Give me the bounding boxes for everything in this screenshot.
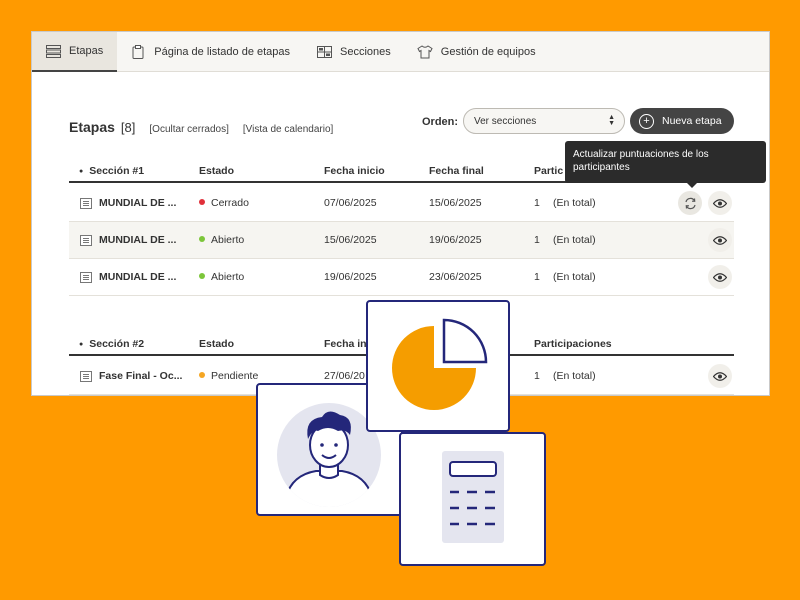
start-date: 15/06/2025	[324, 234, 377, 246]
status-text: Abierto	[211, 271, 245, 283]
col-participaciones: Participaciones	[534, 338, 612, 350]
pie-chart-card	[366, 300, 510, 432]
new-stage-label: Nueva etapa	[662, 115, 722, 127]
tab-listado[interactable]: Página de listado de etapas	[117, 32, 303, 72]
tab-secciones[interactable]: Secciones	[303, 32, 404, 72]
status: Abierto	[199, 271, 244, 283]
table-row[interactable]: MUNDIAL DE ... Abierto 19/06/2025 23/06/…	[69, 259, 734, 296]
status: Cerrado	[199, 197, 249, 209]
participation-note: (En total)	[553, 271, 596, 283]
status-dot	[199, 273, 205, 279]
status-dot	[199, 236, 205, 242]
end-date: 15/06/2025	[429, 197, 482, 209]
hide-closed-link[interactable]: [Ocultar cerrados]	[149, 124, 228, 135]
start-date: 07/06/2025	[324, 197, 377, 209]
plus-icon: +	[639, 113, 654, 129]
table-row[interactable]: MUNDIAL DE ... Cerrado 07/06/2025 15/06/…	[69, 185, 734, 222]
start-date: 27/06/20	[324, 370, 365, 382]
col-fecha-final: Fecha final	[429, 165, 484, 177]
col-fecha-inicio: Fecha ini	[324, 338, 370, 350]
refresh-tooltip: Actualizar puntuaciones de los participa…	[565, 141, 766, 188]
eye-icon	[713, 198, 727, 208]
status-dot	[199, 372, 205, 378]
order-label: Orden:	[422, 116, 459, 128]
status: Abierto	[199, 234, 244, 246]
participation-count: 1	[534, 234, 540, 246]
end-date: 23/06/2025	[429, 271, 482, 283]
refresh-icon	[684, 197, 696, 209]
status-text: Cerrado	[211, 197, 249, 209]
document-icon	[80, 271, 92, 283]
stage-name: MUNDIAL DE ...	[80, 234, 176, 246]
select-arrows-icon: ▲ ▼	[608, 114, 615, 127]
col-fecha-inicio: Fecha inicio	[324, 165, 385, 177]
view-button[interactable]	[708, 265, 732, 289]
clipboard-icon	[130, 45, 146, 59]
table-row[interactable]: MUNDIAL DE ... Abierto 15/06/2025 19/06/…	[69, 222, 734, 259]
status: Pendiente	[199, 370, 258, 382]
tab-equipos[interactable]: Gestión de equipos	[404, 32, 549, 72]
tab-etapas[interactable]: Etapas	[32, 32, 118, 72]
stage-name: MUNDIAL DE ...	[80, 197, 176, 209]
page-header: Etapas [8] [Ocultar cerrados] [Vista de …	[69, 119, 333, 135]
grid-icon	[316, 45, 332, 59]
document-icon	[80, 197, 92, 209]
stage-name: Fase Final - Oc...	[80, 370, 182, 382]
new-stage-button[interactable]: + Nueva etapa	[630, 108, 734, 134]
refresh-scores-button[interactable]	[678, 191, 702, 215]
order-select[interactable]: Ver secciones ▲ ▼	[463, 108, 625, 134]
section-heading: Sección #2	[79, 338, 144, 350]
eye-icon	[713, 272, 727, 282]
document-icon	[80, 370, 92, 382]
eye-icon	[713, 235, 727, 245]
document-icon	[80, 234, 92, 246]
tab-bar: Etapas Página de listado de etapas Secci…	[32, 32, 769, 72]
tab-label: Página de listado de etapas	[154, 46, 291, 58]
stage-name-text: MUNDIAL DE ...	[99, 234, 177, 246]
status-text: Pendiente	[211, 370, 259, 382]
tab-label: Etapas	[69, 45, 104, 57]
participation-note: (En total)	[553, 197, 596, 209]
order-select-value: Ver secciones	[474, 115, 537, 127]
page-title: Etapas	[69, 119, 115, 135]
stage-count: [8]	[120, 120, 136, 135]
section-heading: Sección #1	[79, 165, 144, 177]
stage-name: MUNDIAL DE ...	[80, 271, 176, 283]
calculator-card	[399, 432, 546, 566]
participation-count: 1	[534, 271, 540, 283]
view-button[interactable]	[708, 191, 732, 215]
view-button[interactable]	[708, 364, 732, 388]
end-date: 19/06/2025	[429, 234, 482, 246]
participation-note: (En total)	[553, 234, 596, 246]
calculator-illustration	[442, 451, 504, 543]
col-estado: Estado	[199, 338, 235, 350]
status-text: Abierto	[211, 234, 245, 246]
stage-name-text: Fase Final - Oc...	[99, 370, 183, 382]
col-estado: Estado	[199, 165, 235, 177]
stage-name-text: MUNDIAL DE ...	[99, 197, 177, 209]
shirt-icon	[417, 45, 433, 59]
eye-icon	[713, 371, 727, 381]
pie-chart-illustration	[392, 318, 488, 410]
tab-label: Secciones	[340, 46, 391, 58]
stage-name-text: MUNDIAL DE ...	[99, 271, 177, 283]
view-button[interactable]	[708, 228, 732, 252]
calendar-view-link[interactable]: [Vista de calendario]	[243, 124, 333, 135]
tab-label: Gestión de equipos	[440, 46, 536, 58]
status-dot	[199, 199, 205, 205]
participation-count: 1	[534, 197, 540, 209]
participation-count: 1	[534, 370, 540, 382]
stack-icon	[45, 44, 61, 58]
participation-note: (En total)	[553, 370, 596, 382]
start-date: 19/06/2025	[324, 271, 377, 283]
col-participaciones: Partic	[534, 165, 564, 177]
